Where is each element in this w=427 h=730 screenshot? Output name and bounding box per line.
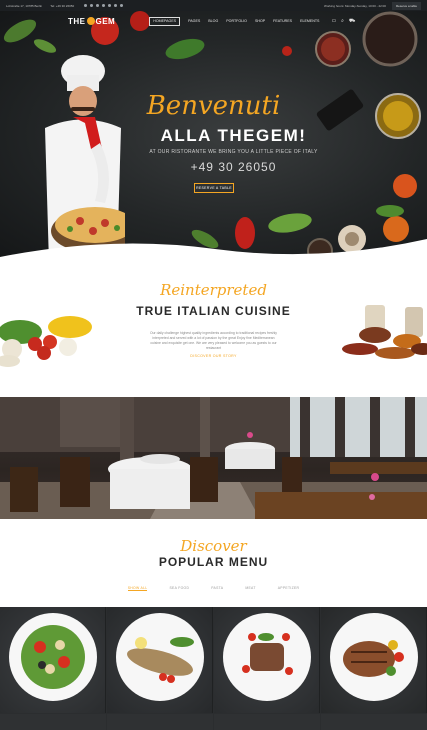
discover-story-link[interactable]: DISCOVER OUR STORY xyxy=(0,354,427,358)
menu-filters: SHOW ALL SEA FOOD PASTA MEAT APPETIZER xyxy=(0,586,427,591)
hero-section: THE GEM HOMEPAGES PAGES BLOG PORTFOLIO S… xyxy=(0,11,427,257)
nav-item-portfolio[interactable]: PORTFOLIO xyxy=(226,19,247,23)
nav-menu: HOMEPAGES PAGES BLOG PORTFOLIO SHOP FEAT… xyxy=(149,16,355,26)
menu-script-title: Discover xyxy=(180,537,247,555)
dish-tile-salad[interactable] xyxy=(0,607,106,713)
dish-tile-row2-2[interactable] xyxy=(107,714,213,730)
filter-sea-food[interactable]: SEA FOOD xyxy=(169,586,189,591)
top-info-bar: Lohstraße 17, 10785 Berlin Tel: +49 30 2… xyxy=(0,0,427,11)
filter-appetizer[interactable]: APPETIZER xyxy=(278,586,300,591)
intro-title: TRUE ITALIAN CUISINE xyxy=(136,304,291,318)
filter-pasta[interactable]: PASTA xyxy=(211,586,223,591)
googleplus-icon[interactable] xyxy=(102,4,106,7)
dish-tile-row2-1[interactable] xyxy=(0,714,106,730)
flag-icon[interactable]: ▭ xyxy=(331,18,336,25)
logo-text-right: GEM xyxy=(95,16,116,26)
hero-title: ALLA THEGEM! xyxy=(160,126,307,145)
instagram-icon[interactable] xyxy=(96,4,100,7)
reserve-table-button[interactable]: RESERVE A TABLE xyxy=(194,183,234,193)
cart-icon[interactable]: ⛟ xyxy=(349,18,355,25)
dishes-grid xyxy=(0,607,427,730)
working-hours: Working hours: Monday-Sunday, 10:00 - 22… xyxy=(324,3,386,8)
filter-show-all[interactable]: SHOW ALL xyxy=(127,586,148,591)
restaurant-interior-image xyxy=(0,397,427,519)
dish-tile-row2-4[interactable] xyxy=(321,714,427,730)
logo-text-left: THE xyxy=(68,16,86,26)
filter-meat[interactable]: MEAT xyxy=(245,586,255,591)
main-navbar: THE GEM HOMEPAGES PAGES BLOG PORTFOLIO S… xyxy=(0,11,427,31)
tripadvisor-icon[interactable] xyxy=(120,4,124,7)
nav-item-homepages[interactable]: HOMEPAGES xyxy=(149,16,181,26)
youtube-icon[interactable] xyxy=(114,4,118,7)
facebook-icon[interactable] xyxy=(84,4,88,7)
menu-title: POPULAR MENU xyxy=(158,555,269,569)
grilled-meat-plate-image xyxy=(330,613,418,701)
fish-plate-image xyxy=(116,613,204,701)
dish-tile-fish[interactable] xyxy=(107,607,213,713)
interior-illustration xyxy=(0,397,427,519)
salad-plate-image xyxy=(9,613,97,701)
steak-plate-image xyxy=(223,613,311,701)
nav-item-pages[interactable]: PAGES xyxy=(188,19,200,23)
intro-script-title: Reinterpreted xyxy=(160,281,267,299)
twitter-icon[interactable] xyxy=(90,4,94,7)
logo-mark-icon xyxy=(86,17,95,25)
hero-subtitle: AT OUR RISTORANTE WE BRING YOU A LITTLE … xyxy=(149,149,318,155)
search-icon[interactable]: ⌕ xyxy=(341,18,344,25)
intro-text: Our daily challenge highest quality ingr… xyxy=(149,331,278,350)
nav-item-blog[interactable]: BLOG xyxy=(208,19,218,23)
hero-phone: +49 30 26050 xyxy=(190,160,277,174)
nav-item-shop[interactable]: SHOP xyxy=(255,19,265,23)
popular-menu-section: Discover POPULAR MENU SHOW ALL SEA FOOD … xyxy=(0,519,427,607)
dish-tile-grilled-meat[interactable] xyxy=(321,607,427,713)
phone-text: Tel: +49 30 26050 xyxy=(50,3,75,8)
nav-item-elements[interactable]: ELEMENTS xyxy=(300,19,319,23)
dish-tile-row2-3[interactable] xyxy=(214,714,320,730)
pinterest-icon[interactable] xyxy=(108,4,112,7)
hero-script-title: Benvenuti xyxy=(146,91,281,121)
dish-tile-steak[interactable] xyxy=(214,607,320,713)
social-icons xyxy=(84,4,124,7)
site-logo[interactable]: THE GEM xyxy=(68,17,115,26)
nav-icons: ▭ ⌕ ⛟ xyxy=(331,18,355,25)
address-text: Lohstraße 17, 10785 Berlin xyxy=(6,3,43,8)
nav-item-features[interactable]: FEATURES xyxy=(273,19,292,23)
reserve-link[interactable]: Reserve a table xyxy=(391,1,421,10)
intro-section: Reinterpreted TRUE ITALIAN CUISINE Our d… xyxy=(0,257,427,397)
